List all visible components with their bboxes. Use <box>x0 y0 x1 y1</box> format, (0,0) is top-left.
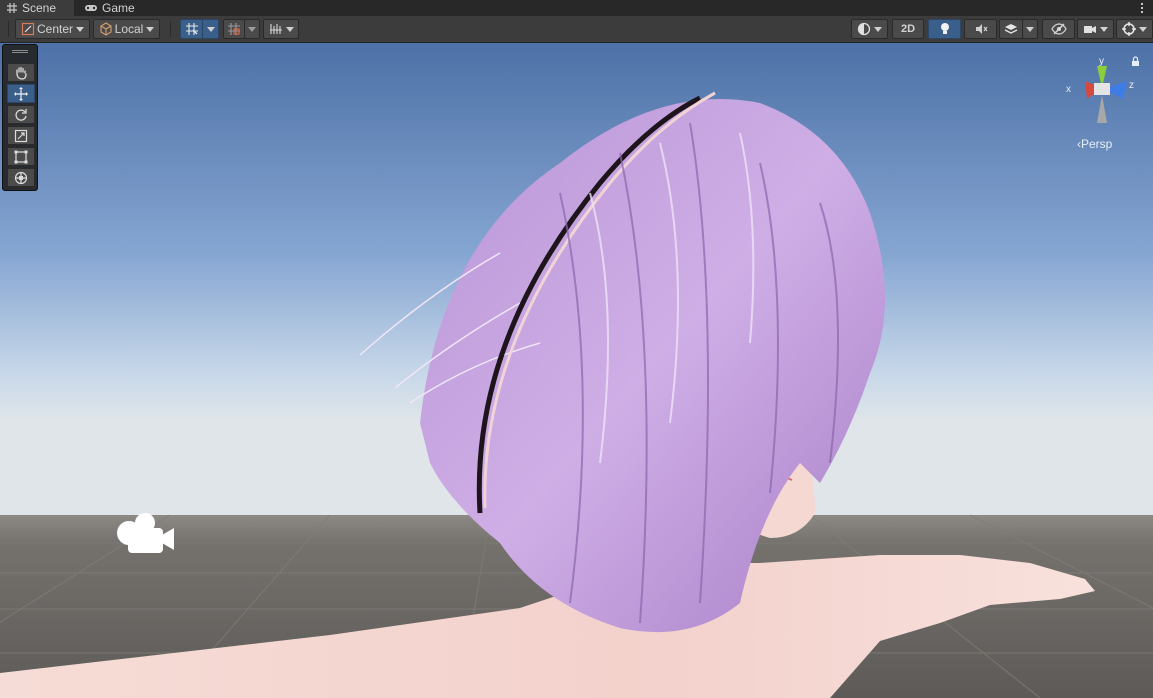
grid-visibility-toggle[interactable] <box>223 19 245 39</box>
pivot-center-icon <box>21 22 35 36</box>
grid-snap-icon <box>185 23 198 35</box>
pivot-center-label: Center <box>36 22 74 36</box>
camera-icon <box>1084 26 1096 33</box>
cube-icon <box>100 22 112 36</box>
grid-visibility-icon <box>228 23 240 35</box>
more-options-icon[interactable] <box>1137 0 1147 16</box>
scene-audio-toggle[interactable] <box>964 19 997 39</box>
chevron-down-icon <box>874 26 882 32</box>
camera-settings-dropdown[interactable] <box>1077 19 1114 39</box>
grid-icon <box>7 3 17 13</box>
toolbar-divider <box>170 21 171 37</box>
transform-all-icon <box>14 171 28 184</box>
chevron-down-icon <box>248 26 256 32</box>
rect-transform-icon <box>14 150 28 163</box>
hidden-objects-toggle[interactable] <box>1042 19 1075 39</box>
transform-tool-button[interactable] <box>7 168 35 187</box>
tab-scene[interactable]: Scene <box>0 0 74 16</box>
rotate-icon <box>15 108 27 121</box>
chevron-down-icon <box>1026 26 1034 32</box>
gizmos-dropdown[interactable] <box>1116 19 1153 39</box>
rotate-tool-button[interactable] <box>7 105 35 124</box>
scene-effects-toggle[interactable] <box>999 19 1023 39</box>
scale-icon <box>14 129 28 142</box>
move-arrows-icon <box>14 86 28 101</box>
gizmo-crosshair-icon <box>1122 22 1136 36</box>
gizmo-center-cube[interactable] <box>1094 83 1110 95</box>
draw-mode-dropdown[interactable] <box>851 19 888 39</box>
rect-tool-button[interactable] <box>7 147 35 166</box>
chevron-down-icon <box>146 26 155 32</box>
tab-scene-label: Scene <box>22 1 57 15</box>
editor-tab-bar: Scene Game <box>0 0 1153 16</box>
tab-game[interactable]: Game <box>82 0 148 16</box>
projection-label: Persp <box>1081 137 1113 151</box>
chevron-down-icon <box>1139 26 1147 32</box>
pivot-center-dropdown[interactable]: Center <box>15 19 90 39</box>
pivot-space-dropdown[interactable]: Local <box>93 19 160 39</box>
tools-overlay <box>2 44 38 191</box>
scene-viewport[interactable]: x y z <box>0 43 1153 698</box>
pivot-space-label: Local <box>114 22 144 36</box>
layers-icon <box>1004 24 1018 34</box>
grid-visibility-dropdown[interactable] <box>244 19 260 39</box>
scale-tool-button[interactable] <box>7 126 35 145</box>
chevron-down-icon <box>206 26 215 32</box>
chevron-down-icon <box>1100 26 1108 32</box>
scene-toolbar: Center Local 2D <box>0 16 1153 43</box>
lightbulb-icon <box>940 23 949 34</box>
audio-mute-icon <box>975 24 987 34</box>
gizmo-x-label: x <box>1066 84 1071 95</box>
toolbar-divider <box>8 21 9 37</box>
lock-icon[interactable] <box>1132 56 1139 66</box>
hand-icon <box>16 66 27 80</box>
increment-snap-icon <box>269 24 282 34</box>
chevron-down-icon <box>76 26 85 32</box>
chevron-down-icon <box>285 26 294 32</box>
eye-hidden-icon <box>1050 23 1067 35</box>
orientation-gizmo[interactable]: x y z <box>1057 53 1147 143</box>
scene-render <box>0 43 1153 698</box>
gizmo-z-label: z <box>1129 80 1134 91</box>
gamepad-icon <box>85 5 97 11</box>
hand-tool-button[interactable] <box>7 63 35 82</box>
projection-toggle[interactable]: ‹Persp <box>1077 137 1112 151</box>
move-tool-button[interactable] <box>7 84 35 103</box>
scene-lighting-toggle[interactable] <box>928 19 961 39</box>
grid-snapping-dropdown[interactable] <box>202 19 219 39</box>
gizmo-neg-y-cone[interactable] <box>1097 95 1107 123</box>
shaded-sphere-icon <box>857 22 871 36</box>
increment-snap-dropdown[interactable] <box>263 19 299 39</box>
2d-mode-toggle[interactable]: 2D <box>892 19 924 39</box>
tab-game-label: Game <box>102 1 135 15</box>
grid-snapping-toggle[interactable] <box>180 19 203 39</box>
2d-mode-label: 2D <box>900 23 916 35</box>
gizmo-y-label: y <box>1099 56 1104 67</box>
scene-effects-dropdown[interactable] <box>1022 19 1038 39</box>
overlay-drag-handle[interactable] <box>12 50 28 53</box>
